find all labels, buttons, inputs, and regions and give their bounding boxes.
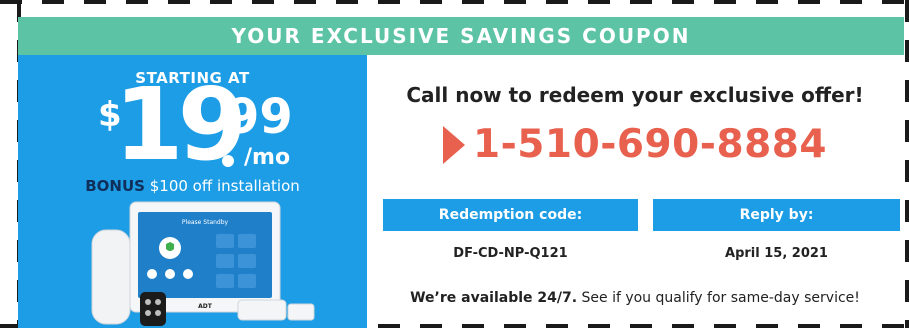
promo-panel: STARTING AT $ 19 99 /mo BONUS $100 off i… <box>18 55 367 328</box>
brand-logo: ADT <box>198 303 213 310</box>
door-sensor-magnet <box>287 303 315 321</box>
security-system-image: Please Standby ADT <box>91 201 315 326</box>
price-unit: /mo <box>244 145 291 170</box>
redemption-code-value: DF-CD-NP-Q121 <box>453 246 568 261</box>
coupon-banner: YOUR EXCLUSIVE SAVINGS COUPON <box>18 17 904 55</box>
motion-sensor <box>91 229 131 325</box>
screen-tile <box>216 234 234 248</box>
banner-title: YOUR EXCLUSIVE SAVINGS COUPON <box>231 24 691 48</box>
reply-by-label: Reply by: <box>653 199 900 231</box>
bonus-label: BONUS <box>85 177 145 195</box>
screen-button-icon <box>147 269 157 279</box>
price-decimal-dot <box>222 155 234 167</box>
door-sensor <box>237 299 287 321</box>
screen-tile <box>216 274 234 288</box>
dashed-border-top <box>0 0 909 4</box>
screen-tile <box>238 234 256 248</box>
bonus-line: BONUS $100 off installation <box>18 177 367 195</box>
bonus-text: $100 off installation <box>149 177 300 195</box>
screen-button-icon <box>165 269 175 279</box>
play-arrow-icon <box>442 125 465 164</box>
offer-headline: Call now to redeem your exclusive offer! <box>406 83 864 107</box>
phone-number[interactable]: 1-510-690-8884 <box>473 122 827 167</box>
price-cents: 99 <box>226 89 293 145</box>
screen-title: Please Standby <box>182 219 229 226</box>
savings-coupon: YOUR EXCLUSIVE SAVINGS COUPON STARTING A… <box>0 0 909 328</box>
phone-row: 1-510-690-8884 <box>366 122 904 167</box>
dashed-border-right <box>905 0 909 328</box>
screen-tile <box>216 254 234 268</box>
key-fob <box>140 292 166 326</box>
screen-tile <box>238 274 256 288</box>
screen-tile <box>238 254 256 268</box>
screen-button-icon <box>183 269 193 279</box>
reply-by-date: April 15, 2021 <box>725 246 828 261</box>
availability-text: See if you qualify for same-day service! <box>581 290 860 306</box>
availability-note: We’re available 24/7. See if you qualify… <box>366 290 904 306</box>
redemption-code-label: Redemption code: <box>383 199 638 231</box>
availability-strong: We’re available 24/7. <box>410 290 578 306</box>
